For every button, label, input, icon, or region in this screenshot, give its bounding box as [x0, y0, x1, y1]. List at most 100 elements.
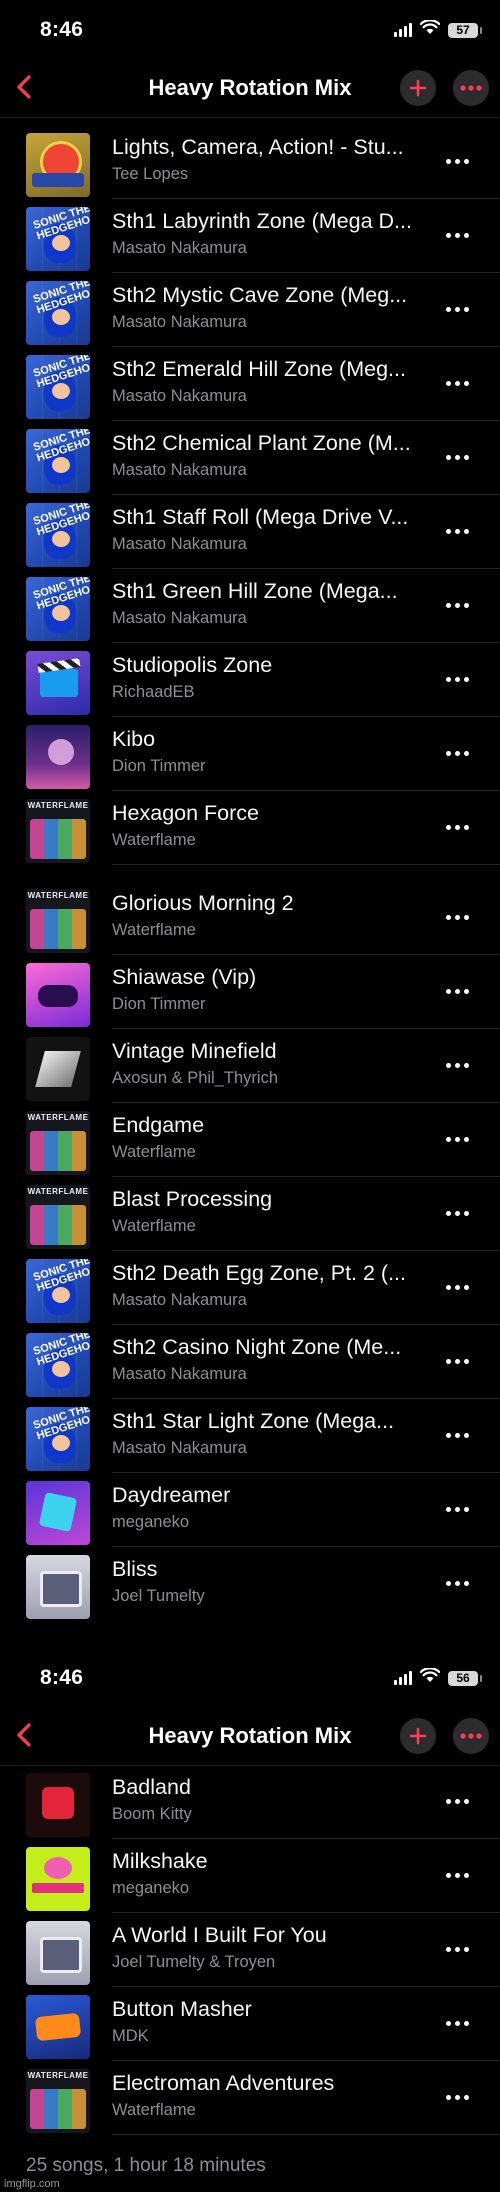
- song-title: Vintage Minefield: [112, 1039, 277, 1063]
- characters-shape: [30, 819, 86, 859]
- row-more-icon[interactable]: [446, 233, 470, 239]
- blob-shape: [44, 1857, 72, 1879]
- logo-shape: [34, 2012, 82, 2042]
- playlist-summary: 25 songs, 1 hour 18 minutes: [26, 2155, 266, 2176]
- art-text: WATERFLAME: [27, 801, 89, 810]
- song-artist: Joel Tumelty: [112, 1587, 205, 1605]
- row-more-icon[interactable]: [446, 1433, 470, 1439]
- song-artist: meganeko: [112, 1879, 190, 1897]
- row-more-icon[interactable]: [446, 677, 470, 683]
- row-more-icon[interactable]: [446, 1581, 470, 1587]
- row-more-icon[interactable]: [446, 1063, 470, 1069]
- row-separator: [112, 864, 500, 865]
- song-row[interactable]: Bliss Joel Tumelty: [0, 1547, 500, 1621]
- add-button[interactable]: [400, 1718, 436, 1754]
- song-title: Sth2 Mystic Cave Zone (Meg...: [112, 283, 408, 307]
- song-title: Sth2 Emerald Hill Zone (Meg...: [112, 357, 406, 381]
- song-row[interactable]: Lights, Camera, Action! - Stu... Tee Lope…: [0, 125, 500, 199]
- row-more-icon[interactable]: [446, 1359, 470, 1365]
- sonic-face-shape: [52, 235, 70, 251]
- song-title: A World I Built For You: [112, 1923, 327, 1947]
- song-row[interactable]: SONIC THE HEDGEHOG Sth2 Death Egg Zone, P…: [0, 1251, 500, 1325]
- song-artist: Masato Nakamura: [112, 387, 247, 405]
- row-more-icon[interactable]: [446, 603, 470, 609]
- row-more-icon[interactable]: [446, 1507, 470, 1513]
- row-more-icon[interactable]: [446, 1211, 470, 1217]
- add-button[interactable]: [400, 70, 436, 106]
- album-art: SONIC THE HEDGEHOG: [26, 207, 90, 271]
- album-art: [26, 1921, 90, 1985]
- row-more-icon[interactable]: [446, 381, 470, 387]
- song-row[interactable]: Studiopolis Zone RichaadEB: [0, 643, 500, 717]
- screenshot-2: 8:46 56 Heavy Rotation Mix Badland Boom Kitt…: [0, 1648, 500, 2192]
- row-more-icon[interactable]: [446, 825, 470, 831]
- song-row[interactable]: WATERFLAME Glorious Morning 2 Waterflame: [0, 881, 500, 955]
- song-row[interactable]: SONIC THE HEDGEHOG Sth2 Casino Night Zone…: [0, 1325, 500, 1399]
- album-art: SONIC THE HEDGEHOG: [26, 1407, 90, 1471]
- song-row[interactable]: Vintage Minefield Axosun & Phil_Thyrich: [0, 1029, 500, 1103]
- song-row[interactable]: SONIC THE HEDGEHOG Sth1 Staff Roll (Mega …: [0, 495, 500, 569]
- status-icons: 56: [394, 1667, 482, 1688]
- battery-icon: 56: [448, 1670, 482, 1686]
- song-artist: Waterflame: [112, 831, 196, 849]
- row-more-icon[interactable]: [446, 1873, 470, 1879]
- row-more-icon[interactable]: [446, 2021, 470, 2027]
- row-more-icon[interactable]: [446, 307, 470, 313]
- more-options-button[interactable]: [453, 70, 489, 106]
- song-row[interactable]: Kibo Dion Timmer: [0, 717, 500, 791]
- row-more-icon[interactable]: [446, 1285, 470, 1291]
- song-row[interactable]: SONIC THE HEDGEHOG Sth1 Star Light Zone (…: [0, 1399, 500, 1473]
- song-title: Sth1 Staff Roll (Mega Drive V...: [112, 505, 409, 529]
- song-row[interactable]: SONIC THE HEDGEHOG Sth1 Green Hill Zone (…: [0, 569, 500, 643]
- row-more-icon[interactable]: [446, 2095, 470, 2101]
- song-title: Milkshake: [112, 1849, 208, 1873]
- song-row[interactable]: A World I Built For You Joel Tumelty & Tr…: [0, 1913, 500, 1987]
- song-row[interactable]: SONIC THE HEDGEHOG Sth2 Emerald Hill Zone…: [0, 347, 500, 421]
- album-art: [26, 1481, 90, 1545]
- album-art: SONIC THE HEDGEHOG: [26, 577, 90, 641]
- song-row[interactable]: Milkshake meganeko: [0, 1839, 500, 1913]
- status-bar: 8:46 56: [0, 1648, 500, 1708]
- sonic-face-shape: [52, 309, 70, 325]
- row-more-icon[interactable]: [446, 159, 470, 165]
- song-artist: Waterflame: [112, 1217, 196, 1235]
- song-artist: Dion Timmer: [112, 757, 206, 775]
- album-art: [26, 133, 90, 197]
- row-more-icon[interactable]: [446, 1799, 470, 1805]
- status-icons: 57: [394, 19, 482, 40]
- row-more-icon[interactable]: [446, 1137, 470, 1143]
- row-more-icon[interactable]: [446, 915, 470, 921]
- song-row[interactable]: WATERFLAME Electroman Adventures Waterflam…: [0, 2061, 500, 2135]
- more-options-button[interactable]: [453, 1718, 489, 1754]
- song-title: Sth2 Chemical Plant Zone (M...: [112, 431, 411, 455]
- song-row[interactable]: WATERFLAME Hexagon Force Waterflame: [0, 791, 500, 865]
- row-more-icon[interactable]: [446, 751, 470, 757]
- shard-shape: [35, 1051, 81, 1087]
- row-more-icon[interactable]: [446, 989, 470, 995]
- moon-shape: [48, 739, 74, 765]
- status-time: 8:46: [40, 1666, 84, 1689]
- song-row[interactable]: Shiawase (Vip) Dion Timmer: [0, 955, 500, 1029]
- song-row[interactable]: Button Masher MDK: [0, 1987, 500, 2061]
- album-art: SONIC THE HEDGEHOG: [26, 281, 90, 345]
- row-more-icon[interactable]: [446, 455, 470, 461]
- sonic-face-shape: [52, 1435, 70, 1451]
- row-more-icon[interactable]: [446, 1947, 470, 1953]
- song-title: Sth1 Labyrinth Zone (Mega D...: [112, 209, 412, 233]
- song-row[interactable]: SONIC THE HEDGEHOG Sth2 Chemical Plant Zo…: [0, 421, 500, 495]
- status-time: 8:46: [40, 18, 84, 41]
- song-row[interactable]: SONIC THE HEDGEHOG Sth1 Labyrinth Zone (M…: [0, 199, 500, 273]
- song-row[interactable]: WATERFLAME Blast Processing Waterflame: [0, 1177, 500, 1251]
- art-text: WATERFLAME: [27, 1113, 89, 1122]
- song-row[interactable]: WATERFLAME Endgame Waterflame: [0, 1103, 500, 1177]
- art-text: WATERFLAME: [27, 891, 89, 900]
- song-row[interactable]: Badland Boom Kitty: [0, 1765, 500, 1839]
- art-text: WATERFLAME: [27, 2071, 89, 2080]
- song-row[interactable]: Daydreamer meganeko: [0, 1473, 500, 1547]
- characters-shape: [30, 1131, 86, 1171]
- row-more-icon[interactable]: [446, 529, 470, 535]
- song-row[interactable]: SONIC THE HEDGEHOG Sth2 Mystic Cave Zone …: [0, 273, 500, 347]
- album-art: WATERFLAME: [26, 2069, 90, 2133]
- album-art: WATERFLAME: [26, 889, 90, 953]
- album-art: [26, 725, 90, 789]
